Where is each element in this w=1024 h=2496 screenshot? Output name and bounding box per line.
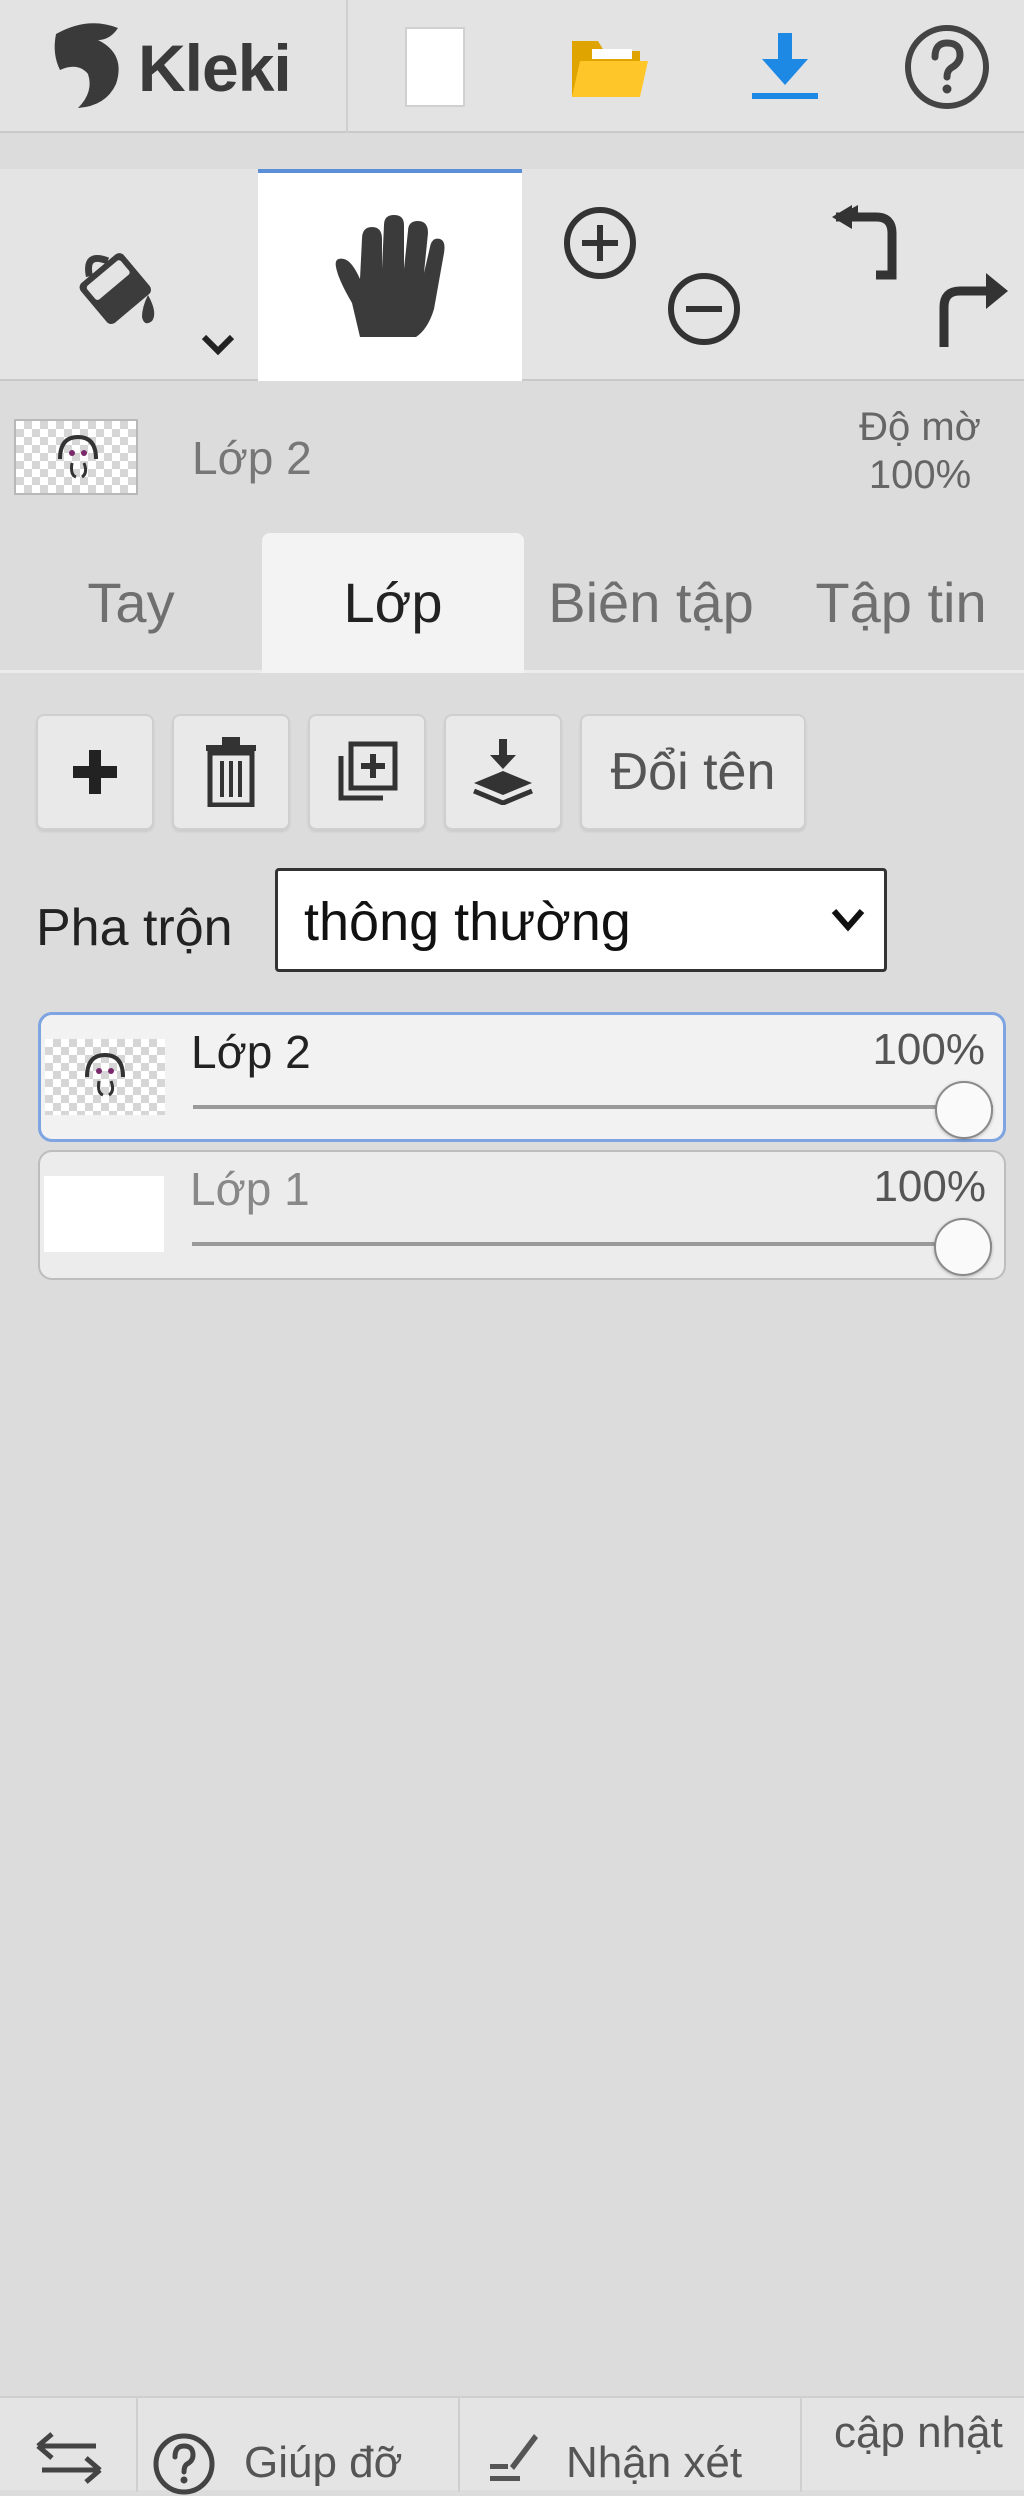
layer-opacity-slider-handle[interactable]	[934, 1218, 992, 1276]
layer-thumbnail	[45, 1039, 165, 1115]
open-file-button[interactable]	[520, 0, 700, 133]
help-footer-button[interactable]: Giúp đỡ	[140, 2398, 460, 2495]
merge-down-icon	[473, 739, 533, 805]
add-layer-icon	[73, 750, 117, 794]
layer-opacity-value: 100%	[872, 1025, 985, 1074]
layer-opacity-track[interactable]	[193, 1105, 993, 1109]
help-footer-label: Giúp đỡ	[244, 2438, 403, 2487]
toolbar-gap	[0, 135, 1024, 169]
layer-sketch-icon	[85, 1052, 125, 1097]
tab-layers[interactable]: Lớp	[262, 533, 524, 673]
logo-mark-icon	[54, 23, 119, 109]
undo-icon[interactable]	[828, 205, 904, 283]
layer-item-2[interactable]: Lớp 2 100%	[38, 1012, 1006, 1142]
rename-layer-button[interactable]: Đổi tên	[580, 714, 806, 830]
current-layer-opacity: Độ mờ 100%	[830, 403, 1010, 499]
new-file-icon	[405, 26, 465, 107]
blend-mode-label: Pha trộn	[36, 899, 233, 957]
help-icon	[905, 24, 989, 109]
fill-tool-button[interactable]	[0, 169, 258, 379]
layer-opacity-slider-handle[interactable]	[935, 1081, 993, 1139]
blend-mode-select[interactable]: thông thường	[275, 868, 887, 972]
tab-file[interactable]: Tập tin	[778, 533, 1024, 673]
download-button[interactable]	[700, 0, 870, 133]
layer-opacity-track[interactable]	[192, 1242, 992, 1246]
feedback-button[interactable]: Nhận xét	[462, 2398, 802, 2492]
top-bar: Kleki	[0, 0, 1024, 133]
hand-icon	[335, 215, 445, 337]
pencil-icon	[490, 2434, 538, 2481]
zoom-tools	[522, 169, 780, 379]
changelog-button[interactable]: cập nhật	[804, 2398, 1024, 2492]
fill-icon	[79, 253, 155, 324]
history-tools	[780, 169, 1024, 379]
download-icon	[752, 32, 818, 99]
delete-layer-icon	[206, 737, 256, 807]
opacity-label: Độ mờ	[859, 405, 981, 449]
delete-layer-button[interactable]	[172, 714, 290, 830]
tab-edit[interactable]: Biên tập	[524, 533, 778, 673]
layer-item-1[interactable]: Lớp 1 100%	[38, 1150, 1006, 1280]
zoom-out-icon[interactable]	[666, 271, 742, 347]
chevron-down-icon	[831, 909, 865, 932]
current-layer-status: Lớp 2 Độ mờ 100%	[0, 383, 1024, 533]
duplicate-layer-icon	[338, 741, 398, 801]
footer-bar: Giúp đỡ Nhận xét cập nhật	[0, 2396, 1024, 2495]
hand-tool-button[interactable]	[258, 169, 522, 381]
layer-name: Lớp 1	[190, 1163, 310, 1215]
changelog-label: cập nhật	[834, 2408, 1003, 2457]
current-layer-name: Lớp 2	[192, 432, 312, 484]
logo-text: Kleki	[138, 31, 292, 105]
layer-thumbnail	[44, 1176, 164, 1252]
swap-side-button[interactable]	[0, 2398, 138, 2492]
kleki-logo[interactable]: Kleki	[0, 0, 348, 133]
chevron-down-icon[interactable]	[198, 331, 238, 357]
new-file-button[interactable]	[350, 0, 520, 133]
tool-bar	[0, 169, 1024, 381]
duplicate-layer-button[interactable]	[308, 714, 426, 830]
opacity-value: 100%	[868, 453, 972, 497]
feedback-label: Nhận xét	[566, 2438, 743, 2487]
redo-icon[interactable]	[928, 269, 1008, 349]
zoom-in-icon[interactable]	[562, 205, 638, 281]
panel-tabs: Tay Lớp Biên tập Tập tin	[0, 533, 1024, 673]
current-layer-thumbnail	[14, 419, 138, 495]
layers-panel: Đổi tên Pha trộn thông thường Lớp 2 100%…	[0, 676, 1024, 2396]
add-layer-button[interactable]	[36, 714, 154, 830]
open-folder-icon	[572, 40, 648, 97]
layer-opacity-value: 100%	[873, 1162, 986, 1211]
blend-mode-value: thông thường	[304, 892, 631, 952]
help-icon	[153, 2433, 215, 2495]
layer-sketch-icon	[58, 434, 98, 479]
tab-brush[interactable]: Tay	[0, 533, 262, 673]
swap-arrows-icon	[36, 2432, 102, 2484]
merge-down-button[interactable]	[444, 714, 562, 830]
help-button[interactable]	[870, 0, 1024, 133]
layer-name: Lớp 2	[191, 1026, 311, 1078]
